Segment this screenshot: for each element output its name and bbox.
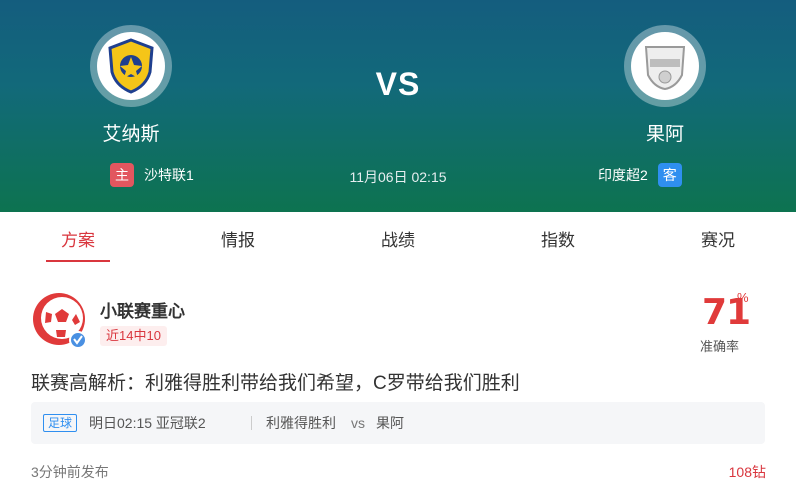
match-card[interactable]: 足球 明日02:15 亚冠联2 利雅得胜利 vs 果阿 <box>31 402 765 444</box>
away-league: 印度超2 <box>598 167 648 183</box>
card-time-league: 明日02:15 亚冠联2 <box>89 415 206 431</box>
crest-icon <box>108 38 154 94</box>
home-team-name[interactable]: 艾纳斯 <box>71 119 191 146</box>
accuracy-label: 准确率 <box>700 339 740 354</box>
tab-odds[interactable]: 指数 <box>518 226 598 251</box>
card-away-team: 果阿 <box>376 415 404 431</box>
tab-intel[interactable]: 情报 <box>198 226 278 251</box>
sport-tag: 足球 <box>43 414 78 432</box>
away-team-logo[interactable] <box>624 25 706 107</box>
tab-record[interactable]: 战绩 <box>358 226 438 251</box>
card-divider <box>251 416 252 430</box>
accuracy-unit: % <box>737 290 749 305</box>
active-tab-indicator <box>46 260 110 262</box>
card-home-team: 利雅得胜利 <box>266 415 336 431</box>
card-vs: vs <box>351 415 365 431</box>
away-team-name[interactable]: 果阿 <box>605 119 725 146</box>
home-meta: 主 沙特联1 <box>110 163 194 187</box>
soccer-ball-icon <box>33 293 87 349</box>
away-meta: 印度超2 客 <box>598 163 682 187</box>
home-tag-badge: 主 <box>110 163 134 187</box>
tab-plan[interactable]: 方案 <box>38 226 118 251</box>
publish-time: 3分钟前发布 <box>31 464 109 480</box>
tab-live[interactable]: 赛况 <box>678 226 758 251</box>
tab-bar: 方案 情报 战绩 指数 赛况 <box>0 212 796 264</box>
away-tag-badge: 客 <box>657 163 682 187</box>
expert-name[interactable]: 小联赛重心 <box>100 297 185 322</box>
vs-label: VS <box>375 66 421 102</box>
expert-avatar[interactable] <box>32 292 88 349</box>
article-title[interactable]: 联赛高解析：利雅得胜利带给我们希望，C罗带给我们胜利 <box>31 368 520 395</box>
match-header: 艾纳斯 VS 果阿 主 沙特联1 11月06日 02:15 印度超2 客 <box>0 0 796 212</box>
crest-icon <box>644 46 686 91</box>
price-label[interactable]: 108钻 <box>729 462 766 482</box>
home-team-logo[interactable] <box>90 25 172 107</box>
record-badge: 近14中10 <box>100 326 167 346</box>
match-datetime: 11月06日 02:15 <box>349 169 447 185</box>
home-league: 沙特联1 <box>144 167 194 183</box>
